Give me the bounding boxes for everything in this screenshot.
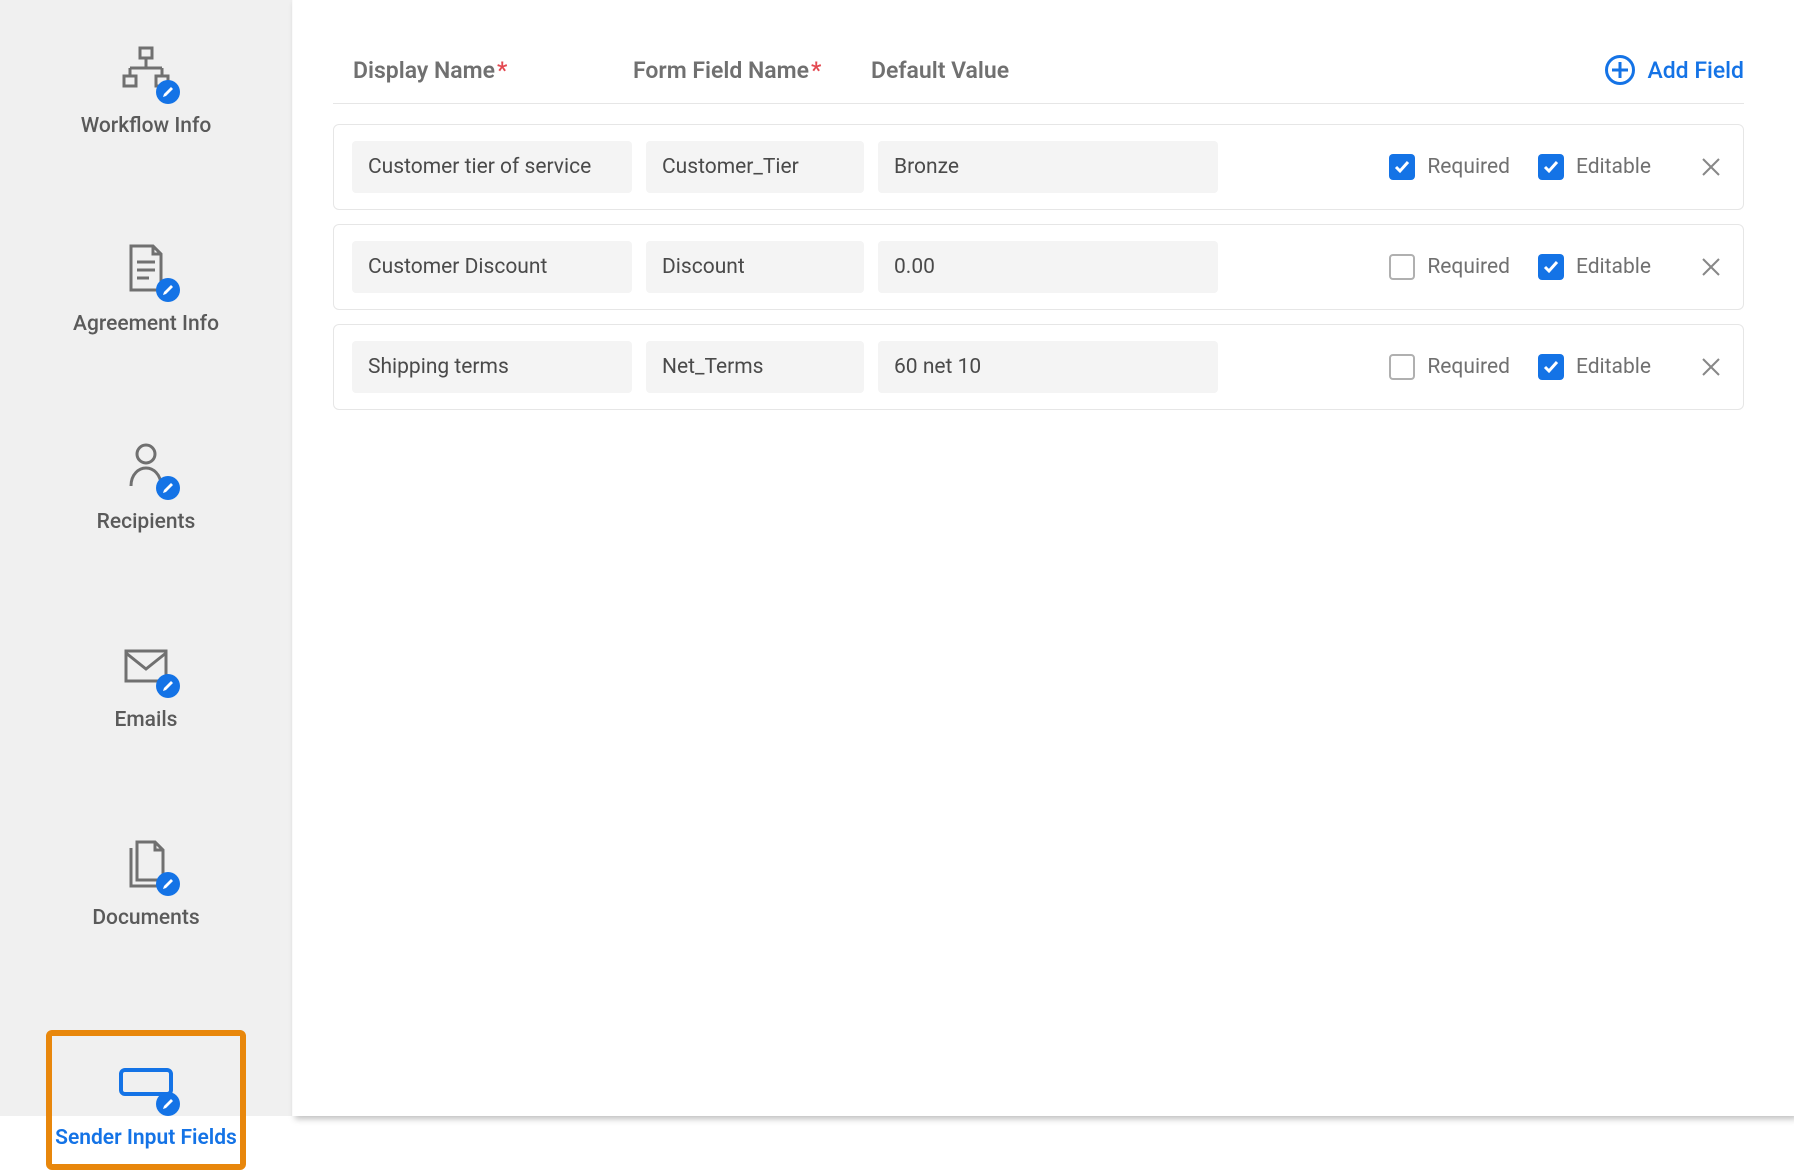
sidebar-item-label: Emails	[115, 708, 178, 732]
editable-label: Editable	[1576, 355, 1651, 379]
column-header-label: Default Value	[871, 57, 1009, 84]
editable-checkbox[interactable]	[1538, 354, 1564, 380]
main-panel: Display Name* Form Field Name* Default V…	[292, 0, 1794, 1116]
editable-label: Editable	[1576, 155, 1651, 179]
documents-icon	[116, 832, 176, 892]
column-header-row: Display Name* Form Field Name* Default V…	[333, 55, 1744, 104]
required-checkbox-cell: Required	[1389, 354, 1510, 380]
add-field-label: Add Field	[1647, 57, 1744, 84]
field-row: Required Editable	[333, 224, 1744, 310]
delete-row-button[interactable]	[1697, 253, 1725, 281]
editable-checkbox-cell: Editable	[1538, 354, 1651, 380]
editable-checkbox-cell: Editable	[1538, 254, 1651, 280]
column-header-label: Form Field Name	[633, 57, 809, 84]
edit-badge-icon	[156, 278, 180, 302]
sidebar-item-label: Agreement Info	[73, 312, 219, 336]
column-header-display-name: Display Name*	[333, 57, 633, 84]
editable-checkbox[interactable]	[1538, 254, 1564, 280]
sidebar-item-label: Sender Input Fields	[55, 1126, 237, 1150]
form-field-name-input[interactable]	[646, 241, 864, 293]
sidebar-item-recipients[interactable]: Recipients	[46, 426, 246, 544]
form-field-name-input[interactable]	[646, 141, 864, 193]
editable-checkbox-cell: Editable	[1538, 154, 1651, 180]
sidebar-item-label: Documents	[92, 906, 199, 930]
required-checkbox[interactable]	[1389, 154, 1415, 180]
column-header-default-value: Default Value	[871, 57, 1221, 84]
required-label: Required	[1427, 255, 1510, 279]
checkbox-group: Required Editable	[1389, 253, 1725, 281]
default-value-input[interactable]	[878, 141, 1218, 193]
display-name-input[interactable]	[352, 241, 632, 293]
edit-badge-icon	[156, 80, 180, 104]
required-label: Required	[1427, 155, 1510, 179]
sidebar-item-emails[interactable]: Emails	[46, 624, 246, 742]
editable-checkbox[interactable]	[1538, 154, 1564, 180]
required-asterisk: *	[811, 57, 821, 84]
add-field-button[interactable]: Add Field	[1605, 55, 1744, 85]
plus-circle-icon	[1605, 55, 1635, 85]
sidebar-item-documents[interactable]: Documents	[46, 822, 246, 940]
display-name-input[interactable]	[352, 341, 632, 393]
sidebar-item-label: Recipients	[97, 510, 196, 534]
field-row: Required Editable	[333, 324, 1744, 410]
emails-icon	[116, 634, 176, 694]
column-header-form-field-name: Form Field Name*	[633, 57, 871, 84]
default-value-input[interactable]	[878, 241, 1218, 293]
default-value-input[interactable]	[878, 341, 1218, 393]
recipients-icon	[116, 436, 176, 496]
required-checkbox[interactable]	[1389, 254, 1415, 280]
form-field-name-input[interactable]	[646, 341, 864, 393]
edit-badge-icon	[156, 476, 180, 500]
sender-input-fields-icon	[116, 1052, 176, 1112]
delete-row-button[interactable]	[1697, 353, 1725, 381]
required-checkbox-cell: Required	[1389, 254, 1510, 280]
column-header-label: Display Name	[353, 57, 495, 84]
sidebar-item-workflow-info[interactable]: Workflow Info	[46, 30, 246, 148]
display-name-input[interactable]	[352, 141, 632, 193]
sidebar-item-label: Workflow Info	[81, 114, 212, 138]
sidebar-item-sender-input-fields[interactable]: Sender Input Fields	[46, 1030, 246, 1170]
field-row: Required Editable	[333, 124, 1744, 210]
required-checkbox[interactable]	[1389, 354, 1415, 380]
edit-badge-icon	[156, 1092, 180, 1116]
sidebar-item-agreement-info[interactable]: Agreement Info	[46, 228, 246, 346]
checkbox-group: Required Editable	[1389, 153, 1725, 181]
sidebar: Workflow Info Agreement Info	[0, 0, 292, 1116]
checkbox-group: Required Editable	[1389, 353, 1725, 381]
workflow-info-icon	[116, 40, 176, 100]
required-checkbox-cell: Required	[1389, 154, 1510, 180]
edit-badge-icon	[156, 674, 180, 698]
field-rows: Required Editable	[333, 124, 1744, 410]
required-asterisk: *	[497, 57, 507, 84]
editable-label: Editable	[1576, 255, 1651, 279]
edit-badge-icon	[156, 872, 180, 896]
agreement-info-icon	[116, 238, 176, 298]
required-label: Required	[1427, 355, 1510, 379]
delete-row-button[interactable]	[1697, 153, 1725, 181]
